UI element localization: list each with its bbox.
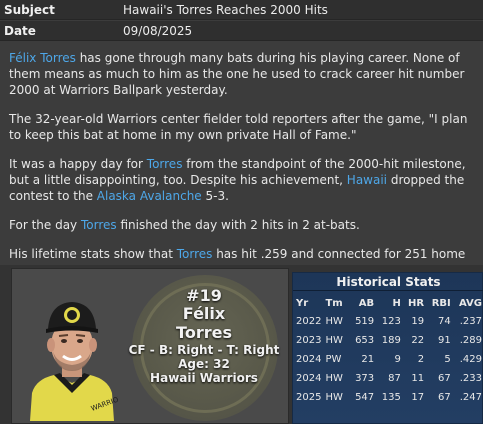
cell-avg: .429 bbox=[459, 354, 482, 365]
subject-value: Hawaii's Torres Reaches 2000 Hits bbox=[123, 3, 328, 17]
player-team: Hawaii Warriors bbox=[150, 371, 258, 385]
cell-tm: HW bbox=[325, 316, 343, 327]
cell-hr: 22 bbox=[411, 335, 425, 346]
player-link[interactable]: Torres bbox=[147, 157, 183, 171]
cell-ab: 653 bbox=[355, 335, 375, 346]
article-paragraph-2: The 32-year-old Warriors center fielder … bbox=[9, 112, 468, 142]
stats-title: Historical Stats bbox=[336, 275, 441, 289]
cell-hr: 19 bbox=[411, 316, 425, 327]
cell-avg: .237 bbox=[459, 316, 482, 327]
article-text: For the day bbox=[9, 218, 81, 232]
article-paragraph-4: For the day Torres finished the day with… bbox=[9, 217, 481, 233]
article-text: 5-3. bbox=[201, 189, 229, 203]
cell-avg: .289 bbox=[459, 335, 482, 346]
date-value: 09/08/2025 bbox=[123, 24, 193, 38]
article-text: His lifetime stats show that bbox=[9, 247, 177, 261]
cell-h: 135 bbox=[381, 392, 401, 403]
article-text: has gone through many bats during his pl… bbox=[9, 51, 465, 97]
stats-row[interactable]: 2022 HW 519 123 19 74 .237 bbox=[293, 312, 483, 331]
team-link-hawaii[interactable]: Hawaii bbox=[347, 173, 387, 187]
cell-ab: 373 bbox=[355, 373, 375, 384]
cell-ab: 21 bbox=[361, 354, 375, 365]
cell-yr: 2022 bbox=[296, 316, 322, 327]
cell-avg: .233 bbox=[459, 373, 482, 384]
col-header-h[interactable]: H bbox=[376, 295, 403, 312]
cell-rbi: 91 bbox=[438, 335, 451, 346]
article-paragraph-1: Félix Torres has gone through many bats … bbox=[9, 50, 481, 98]
player-portrait[interactable]: WARRIORS bbox=[26, 293, 118, 421]
stats-row[interactable]: 2024 HW 373 87 11 67 .233 bbox=[293, 369, 483, 388]
date-label: Date bbox=[4, 24, 36, 38]
player-info: #19 Félix Torres CF - B: Right - T: Righ… bbox=[124, 286, 284, 386]
cell-yr: 2024 bbox=[296, 354, 322, 365]
cell-yr: 2023 bbox=[296, 335, 322, 346]
cell-rbi: 67 bbox=[438, 392, 451, 403]
player-number: #19 bbox=[186, 286, 222, 305]
article-text: finished the day with 2 hits in 2 at-bat… bbox=[116, 218, 360, 232]
article-text: It was a happy day for bbox=[9, 157, 147, 171]
col-header-avg[interactable]: AVG bbox=[453, 295, 483, 312]
team-link-alaska[interactable]: Alaska Avalanche bbox=[97, 189, 202, 203]
cell-tm: HW bbox=[325, 373, 343, 384]
cell-avg: .247 bbox=[459, 392, 482, 403]
player-photo-icon: WARRIORS bbox=[30, 302, 118, 421]
article-body: Félix Torres has gone through many bats … bbox=[9, 50, 481, 291]
stats-row[interactable]: 2025 HW 547 135 17 67 .247 bbox=[293, 388, 483, 407]
player-link[interactable]: Félix Torres bbox=[9, 51, 76, 65]
stats-row[interactable]: 2024 PW 21 9 2 5 .429 bbox=[293, 350, 483, 369]
player-last-name: Torres bbox=[176, 323, 232, 342]
player-card: WARRIORS #19 Félix Torres CF - B: Right … bbox=[11, 268, 289, 424]
cell-h: 123 bbox=[381, 316, 401, 327]
subject-label: Subject bbox=[4, 3, 55, 17]
cell-yr: 2025 bbox=[296, 392, 322, 403]
cell-ab: 519 bbox=[355, 316, 375, 327]
player-first-name: Félix bbox=[182, 304, 226, 323]
stats-divider bbox=[293, 290, 483, 291]
cell-hr: 11 bbox=[411, 373, 425, 384]
historical-stats-panel: Historical Stats Yr Tm AB H HR RBI AVG 2… bbox=[292, 272, 483, 424]
date-row: Date 09/08/2025 bbox=[0, 21, 483, 41]
stats-table: Yr Tm AB H HR RBI AVG 2022 HW 519 123 19… bbox=[293, 295, 483, 407]
cell-hr: 2 bbox=[417, 354, 425, 365]
cell-ab: 547 bbox=[355, 392, 375, 403]
cell-rbi: 5 bbox=[444, 354, 451, 365]
cell-h: 87 bbox=[388, 373, 401, 384]
cell-tm: HW bbox=[325, 392, 343, 403]
subject-row: Subject Hawaii's Torres Reaches 2000 Hit… bbox=[0, 0, 483, 20]
player-age: Age: 32 bbox=[178, 357, 230, 371]
player-link[interactable]: Torres bbox=[177, 247, 213, 261]
cell-h: 189 bbox=[381, 335, 401, 346]
col-header-yr[interactable]: Yr bbox=[293, 295, 323, 312]
col-header-hr[interactable]: HR bbox=[403, 295, 426, 312]
cell-rbi: 74 bbox=[438, 316, 451, 327]
article-paragraph-3: It was a happy day for Torres from the s… bbox=[9, 156, 481, 204]
stats-header-row: Yr Tm AB H HR RBI AVG bbox=[293, 295, 483, 312]
cell-rbi: 67 bbox=[438, 373, 451, 384]
player-position: CF - B: Right - T: Right bbox=[128, 343, 280, 357]
cell-tm: HW bbox=[325, 335, 343, 346]
player-link[interactable]: Torres bbox=[81, 218, 117, 232]
cell-tm: PW bbox=[325, 354, 342, 365]
cell-hr: 17 bbox=[411, 392, 425, 403]
cell-h: 9 bbox=[394, 354, 401, 365]
col-header-ab[interactable]: AB bbox=[349, 295, 376, 312]
col-header-tm[interactable]: Tm bbox=[323, 295, 349, 312]
col-header-rbi[interactable]: RBI bbox=[426, 295, 453, 312]
cell-yr: 2024 bbox=[296, 373, 322, 384]
stats-row[interactable]: 2023 HW 653 189 22 91 .289 bbox=[293, 331, 483, 350]
